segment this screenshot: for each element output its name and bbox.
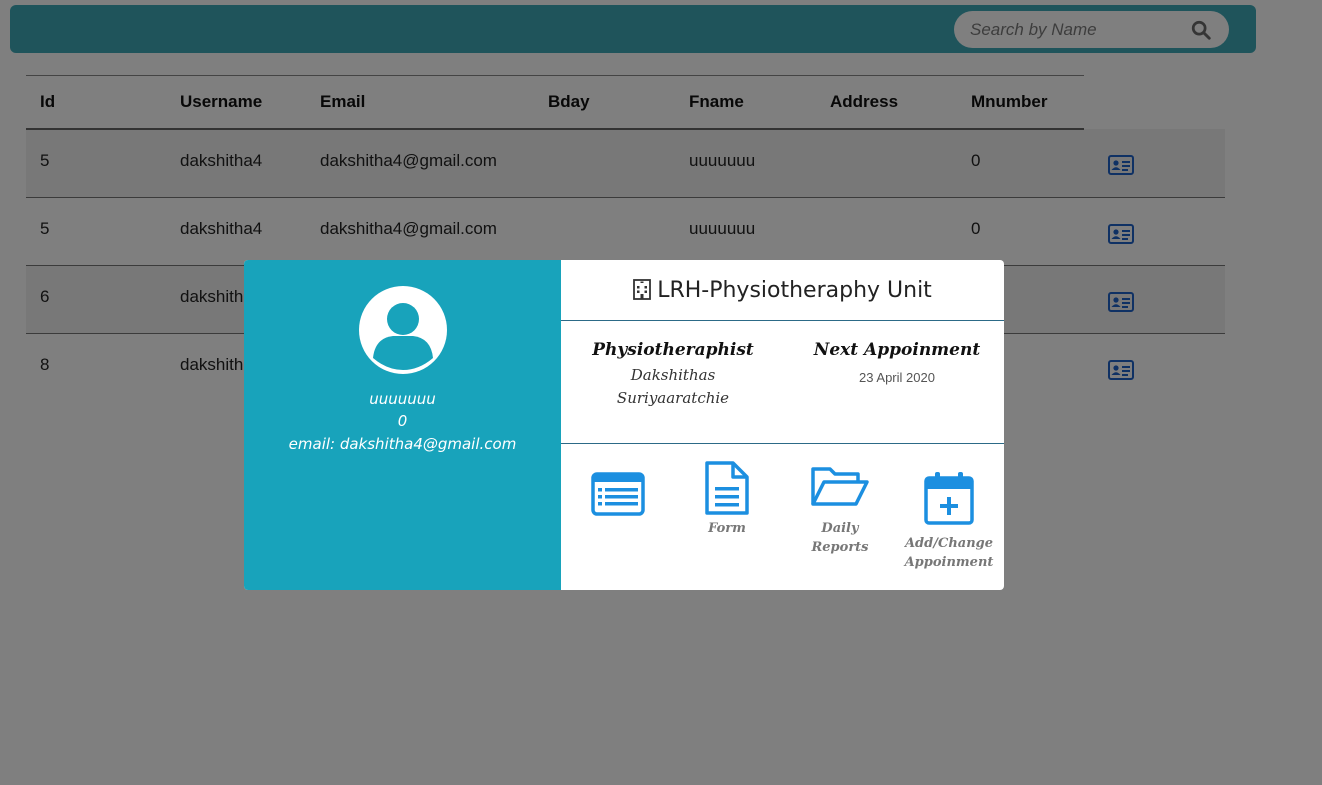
appointment-label: Next Appoinment [813,340,981,360]
add-change-appointment-button[interactable]: Add/Change Appoinment [899,470,999,572]
patient-modal: uuuuuuu 0 email: dakshitha4@gmail.com LR… [244,260,1004,590]
calendar-plus-icon[interactable] [923,470,975,526]
daily-reports-button[interactable]: Daily Reports [791,464,889,557]
patient-mobile: 0 [397,412,408,430]
form-button[interactable]: Form [691,460,763,538]
folder-open-icon[interactable] [810,464,870,508]
form-label: Form [708,521,746,536]
divider [561,443,1004,444]
appointment-label-line2: Appoinment [904,555,994,570]
unit-title: LRH-Physiotheraphy Unit [561,278,1004,303]
unit-title-text: LRH-Physiotheraphy Unit [657,278,932,303]
appointment-date: 23 April 2020 [859,370,935,385]
physio-name-line2: Suriyaaratchie [616,389,730,407]
patient-email: email: dakshitha4@gmail.com [288,435,517,453]
hospital-icon [633,279,652,300]
patient-panel: uuuuuuu 0 email: dakshitha4@gmail.com [244,260,561,590]
appointment-label-line1: Add/Change [904,536,994,551]
divider [561,320,1004,321]
details-panel: LRH-Physiotheraphy Unit Physiotheraphist… [561,260,1004,590]
user-avatar-icon [359,286,447,374]
patient-list-button[interactable] [589,472,647,518]
daily-reports-label: Daily Reports [811,521,869,555]
physio-name-line1: Dakshithas [630,366,716,384]
physio-label: Physiotheraphist [592,340,754,360]
list-icon[interactable] [591,472,645,518]
patient-name: uuuuuuu [369,390,436,408]
document-icon[interactable] [703,460,751,516]
